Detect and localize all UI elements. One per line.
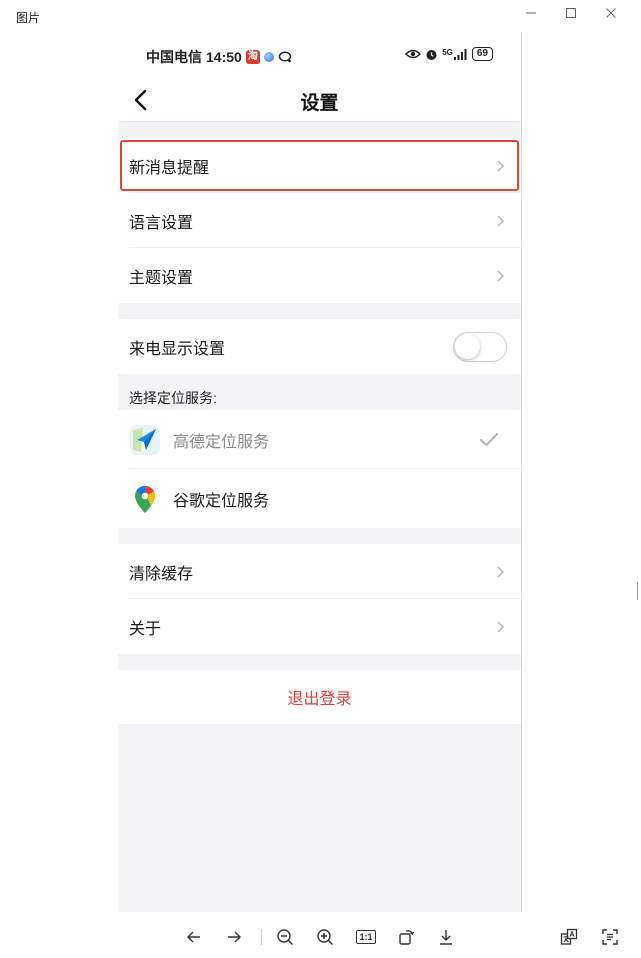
signal-indicator: 5G [442,47,468,60]
close-button[interactable] [591,4,631,22]
actual-size-icon: 1:1 [356,930,376,944]
settings-item-label: 语言设置 [129,214,194,232]
rotate-button[interactable] [394,925,418,949]
zoom-in-icon [317,929,333,945]
alarm-icon [426,49,437,60]
window-edge-marker [637,582,641,600]
maximize-icon [566,8,576,18]
app-notification-icon [263,52,274,62]
actual-size-button[interactable]: 1:1 [354,925,378,949]
translate-icon [560,928,578,945]
download-button[interactable] [434,925,458,949]
next-image-button[interactable] [222,925,246,949]
phone-screenshot: 中国电信 14:50 淘 5G 69 设置 新消息提醒 语言设置 主题设置 来电… [118,32,521,912]
arrow-left-icon [187,931,200,943]
general-settings-group: 新消息提醒 语言设置 主题设置 [118,138,521,303]
clock: 14:50 [206,49,242,65]
taobao-notification-icon: 淘 [245,50,260,64]
translate-button[interactable] [557,925,581,949]
caller-display-toggle[interactable] [453,331,507,362]
amap-icon [130,424,160,455]
settings-item-language[interactable]: 语言设置 [118,193,521,248]
screenshot-border [521,32,522,912]
settings-item-label: 来电显示设置 [129,340,226,358]
minimize-button[interactable] [511,4,551,22]
nav-bar: 设置 [118,78,521,122]
page-title: 设置 [300,93,339,114]
network-type: 5G [442,47,453,57]
settings-item-clear-cache[interactable]: 清除缓存 [118,544,521,599]
window-controls [511,4,631,22]
zoom-out-icon [277,929,293,945]
download-icon [440,930,452,945]
google-maps-icon [135,485,155,513]
settings-item-label: 主题设置 [129,269,194,287]
check-icon [479,432,499,446]
zoom-in-button[interactable] [313,925,337,949]
rotate-icon [399,930,415,945]
settings-item-about[interactable]: 关于 [118,599,521,654]
toggle-knob [455,333,480,359]
toolbar-separator [261,929,262,945]
location-option-google[interactable]: 谷歌定位服务 [118,469,521,528]
chevron-right-icon [497,620,505,633]
previous-image-button[interactable] [182,925,206,949]
settings-item-label: 关于 [129,620,162,638]
signal-bars-icon [453,48,467,60]
zoom-out-button[interactable] [273,925,297,949]
viewer-toolbar: 1:1 [0,920,641,954]
misc-settings-group: 清除缓存 关于 [118,544,521,654]
settings-item-theme[interactable]: 主题设置 [118,248,521,303]
window-title: 图片 [16,11,41,25]
location-section-label: 选择定位服务: [118,374,521,410]
arrow-right-icon [228,931,241,943]
status-bar: 中国电信 14:50 淘 5G 69 [118,32,521,78]
chevron-right-icon [497,159,505,172]
close-icon [606,8,616,18]
chevron-right-icon [497,565,505,578]
carrier-label: 中国电信 [146,49,202,65]
location-services-group: 高德定位服务 谷歌定位服务 [118,410,521,528]
caller-display-group: 来电显示设置 [118,319,521,374]
settings-item-label: 新消息提醒 [129,159,210,177]
location-option-label: 高德定位服务 [173,433,270,451]
battery-level: 69 [471,47,493,61]
maximize-button[interactable] [551,4,591,22]
text-scan-icon [602,929,618,945]
eye-comfort-icon [405,49,422,59]
settings-item-new-message-alerts[interactable]: 新消息提醒 [118,138,521,193]
text-recognition-button[interactable] [598,925,622,949]
chevron-right-icon [497,214,505,227]
settings-item-caller-display: 来电显示设置 [118,319,521,374]
location-option-amap[interactable]: 高德定位服务 [118,410,521,469]
minimize-icon [526,12,536,14]
location-option-label: 谷歌定位服务 [173,492,270,510]
chevron-right-icon [497,269,505,282]
settings-item-label: 清除缓存 [129,565,194,583]
chat-bubble-icon [278,51,292,63]
logout-button[interactable]: 退出登录 [118,670,521,724]
